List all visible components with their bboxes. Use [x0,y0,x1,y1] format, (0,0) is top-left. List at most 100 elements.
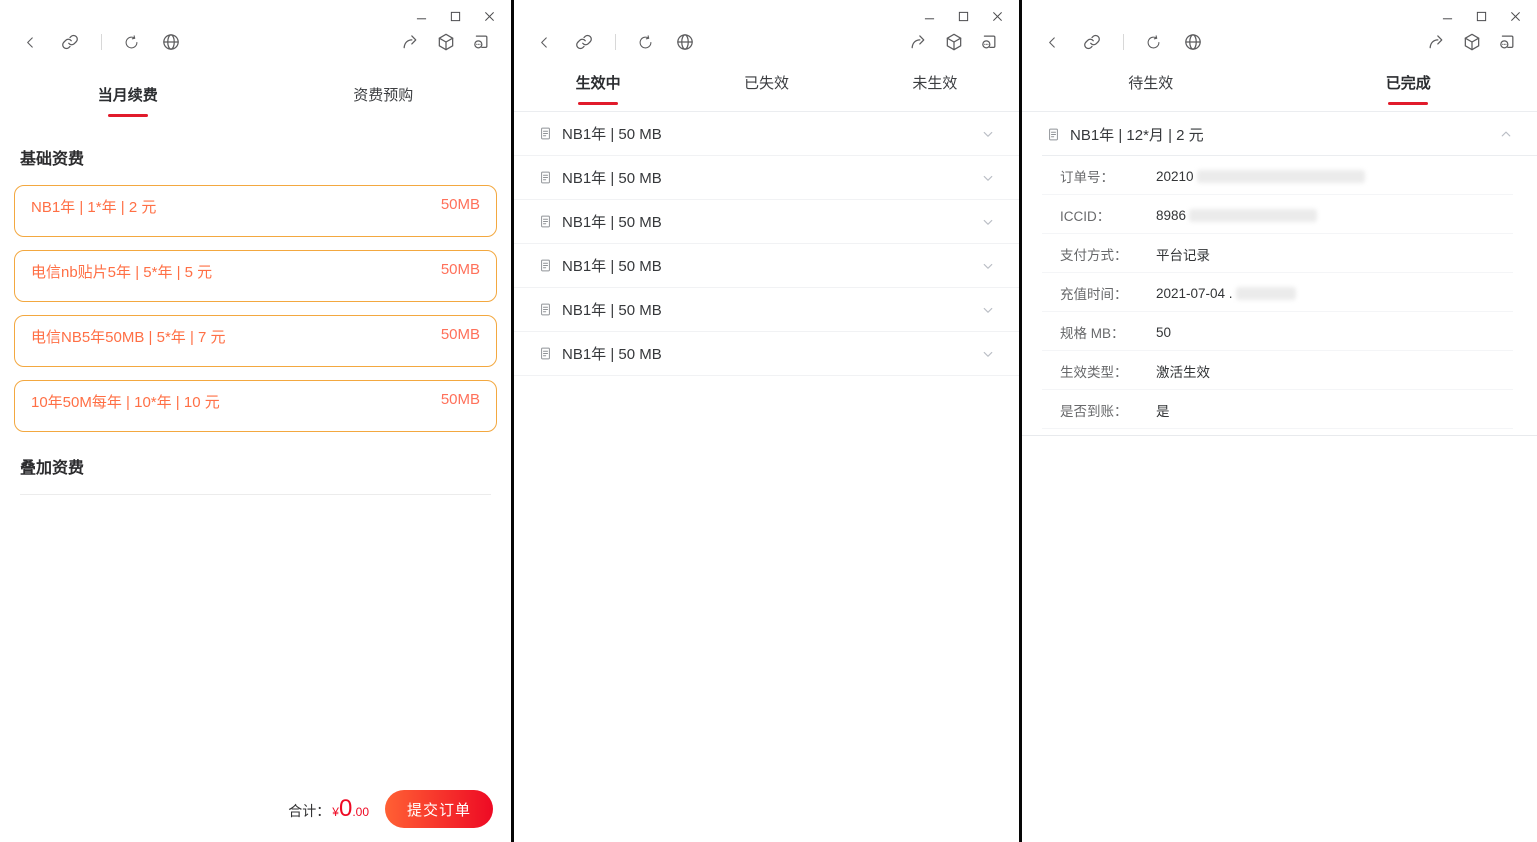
chevron-down-icon[interactable] [979,213,997,231]
plan-card[interactable]: 电信nb贴片5年 | 5*年 | 5 元 50MB [14,250,497,302]
minimize-icon [1442,17,1453,19]
order-item-header[interactable]: NB1年 | 12*月 | 2 元 [1022,112,1537,156]
tab-not-effective[interactable]: 未生效 [851,72,1019,95]
refresh-button[interactable] [637,34,654,51]
close-button[interactable] [992,11,1003,22]
submit-order-button[interactable]: 提交订单 [385,790,493,828]
devtools-icon [474,35,488,49]
tab-label: 已完成 [1386,72,1431,95]
back-icon [1049,36,1055,48]
tab-fee-prepurchase[interactable]: 资费预购 [256,84,512,107]
minimize-icon [924,17,935,19]
section-title-basic: 基础资费 [20,151,85,168]
tabbar: 当月续费 资费预购 [0,60,511,131]
refresh-icon [639,34,652,48]
minimize-button[interactable] [1442,11,1453,22]
order-detail-row: 充值时间： 2021-07-04 . [1022,273,1537,312]
detail-label: 订单号： [1060,170,1114,185]
plan-list-item[interactable]: NB1年 | 50 MB [514,332,1019,376]
close-icon [1510,11,1521,21]
devtools-button[interactable] [1497,32,1517,52]
redacted-text [1196,169,1365,183]
chevron-down-icon[interactable] [979,125,997,143]
share-icon [403,35,417,49]
miniprogram-button[interactable] [944,32,964,52]
globe-button[interactable] [161,32,181,52]
plan-name: 10年50M每年 | 10*年 | 10 元 [31,394,220,411]
globe-icon [1185,34,1201,50]
maximize-button[interactable] [1476,11,1487,22]
minimize-button[interactable] [924,11,935,22]
plan-list-item-title: NB1年 | 50 MB [562,258,662,275]
close-button[interactable] [484,11,495,22]
back-icon [27,36,33,48]
tab-pending-effective[interactable]: 待生效 [1022,72,1280,95]
chevron-down-icon[interactable] [979,345,997,363]
miniprogram-button[interactable] [436,32,456,52]
order-title: NB1年 | 12*月 | 2 元 [1070,126,1204,144]
plan-size: 50MB [440,391,480,408]
miniprogram-button[interactable] [1462,32,1482,52]
link-button[interactable] [1082,32,1102,52]
globe-icon [677,34,693,50]
share-button[interactable] [401,32,421,52]
refresh-button[interactable] [123,34,140,51]
link-icon [1084,34,1100,50]
chevron-up-icon[interactable] [1497,125,1515,143]
back-button[interactable] [22,34,39,51]
plan-list-item[interactable]: NB1年 | 50 MB [514,112,1019,156]
devtools-button[interactable] [979,32,999,52]
amount-decimal: .00 [352,805,369,819]
document-icon [541,215,550,228]
plan-card[interactable]: 10年50M每年 | 10*年 | 10 元 50MB [14,380,497,432]
maximize-button[interactable] [450,11,461,22]
document-icon [541,303,550,316]
plan-card[interactable]: NB1年 | 1*年 | 2 元 50MB [14,185,497,237]
order-detail-row: 支付方式： 平台记录 [1022,234,1537,273]
tab-expired[interactable]: 已失效 [682,72,850,95]
titlebar [0,0,511,24]
plan-list-item[interactable]: NB1年 | 50 MB [514,200,1019,244]
plan-list-item[interactable]: NB1年 | 50 MB [514,288,1019,332]
minimize-button[interactable] [416,11,427,22]
document-icon [541,259,550,272]
chevron-down-icon[interactable] [979,257,997,275]
detail-label: 是否到账： [1060,404,1128,419]
tab-label: 待生效 [1128,75,1174,92]
share-button[interactable] [1427,32,1447,52]
link-button[interactable] [574,32,594,52]
detail-label: ICCID： [1060,209,1111,224]
link-icon [62,34,78,50]
plan-list-item[interactable]: NB1年 | 50 MB [514,156,1019,200]
detail-end-divider [1022,435,1537,436]
submit-bar: 合计： ¥ 0 .00 提交订单 [0,776,511,842]
toolbar-divider [1123,34,1124,50]
devtools-icon [982,35,996,49]
section-title-addon: 叠加资费 [20,460,85,477]
link-button[interactable] [60,32,80,52]
globe-button[interactable] [1183,32,1203,52]
close-icon [484,11,495,21]
order-detail-row: 订单号： 20210 [1022,156,1537,195]
share-button[interactable] [909,32,929,52]
tab-current-month-renew[interactable]: 当月续费 [0,84,256,107]
tab-in-effect[interactable]: 生效中 [514,72,682,95]
plan-name: NB1年 | 1*年 | 2 元 [31,199,157,216]
refresh-icon [125,34,138,48]
maximize-button[interactable] [958,11,969,22]
refresh-button[interactable] [1145,34,1162,51]
close-button[interactable] [1510,11,1521,22]
plan-list-item-title: NB1年 | 50 MB [562,302,662,319]
back-button[interactable] [1044,34,1061,51]
plan-status-list: NB1年 | 50 MB NB1年 | 50 MB NB1年 | 50 MB N… [514,112,1019,376]
plan-card[interactable]: 电信NB5年50MB | 5*年 | 7 元 50MB [14,315,497,367]
window-order-detail: 待生效 已完成 NB1年 | 12*月 | 2 元 订单号： 20210 ICC… [1022,0,1537,842]
back-button[interactable] [536,34,553,51]
plan-list-item-title: NB1年 | 50 MB [562,214,662,231]
plan-list-item[interactable]: NB1年 | 50 MB [514,244,1019,288]
devtools-button[interactable] [471,32,491,52]
globe-button[interactable] [675,32,695,52]
chevron-down-icon[interactable] [979,301,997,319]
chevron-down-icon[interactable] [979,169,997,187]
tab-completed[interactable]: 已完成 [1280,72,1537,95]
